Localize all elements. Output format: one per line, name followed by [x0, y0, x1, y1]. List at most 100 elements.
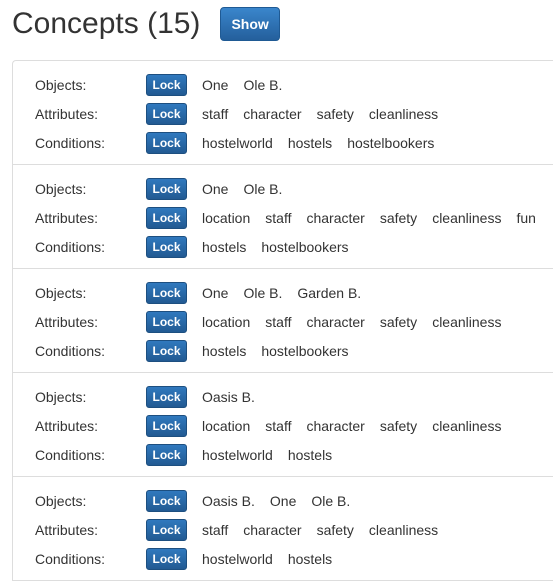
condition-term[interactable]: hostelbookers	[347, 135, 434, 151]
condition-term[interactable]: hostels	[288, 135, 332, 151]
conditions-label: Conditions:	[35, 446, 106, 463]
attribute-term[interactable]: staff	[265, 418, 291, 434]
lock-conditions-button[interactable]: Lock	[146, 131, 187, 154]
attribute-terms: location staff character safety cleanlin…	[202, 314, 516, 330]
attribute-term[interactable]: cleanliness	[369, 522, 438, 538]
attribute-term[interactable]: character	[306, 314, 364, 330]
object-term[interactable]: Ole B.	[243, 77, 282, 93]
object-terms: One Ole B. Garden B.	[202, 285, 376, 301]
attribute-term[interactable]: safety	[380, 314, 417, 330]
concept-group: Objects: Lock One Ole B. Attributes: Loc…	[13, 165, 553, 269]
object-term[interactable]: Oasis B.	[202, 389, 255, 405]
object-term[interactable]: One	[270, 493, 296, 509]
object-term[interactable]: Ole B.	[243, 181, 282, 197]
conditions-row: Conditions: Lock hostels hostelbookers	[13, 232, 553, 261]
condition-terms: hostelworld hostels	[202, 551, 347, 567]
lock-conditions-button[interactable]: Lock	[146, 235, 187, 258]
lock-objects-button[interactable]: Lock	[146, 281, 187, 304]
attribute-term[interactable]: character	[306, 210, 364, 226]
show-button[interactable]: Show	[220, 7, 280, 41]
attribute-term[interactable]: staff	[265, 314, 291, 330]
conditions-row: Conditions: Lock hostels hostelbookers	[13, 336, 553, 365]
condition-term[interactable]: hostelworld	[202, 135, 273, 151]
attribute-term[interactable]: safety	[380, 418, 417, 434]
condition-term[interactable]: hostelbookers	[261, 343, 348, 359]
attribute-term[interactable]: cleanliness	[432, 418, 501, 434]
condition-term[interactable]: hostels	[202, 239, 246, 255]
object-term[interactable]: One	[202, 77, 228, 93]
attribute-terms: location staff character safety cleanlin…	[202, 418, 516, 434]
lock-objects-button[interactable]: Lock	[146, 385, 187, 408]
lock-attributes-button[interactable]: Lock	[146, 206, 187, 229]
lock-objects-button[interactable]: Lock	[146, 489, 187, 512]
object-term[interactable]: One	[202, 285, 228, 301]
condition-term[interactable]: hostels	[288, 551, 332, 567]
condition-term[interactable]: hostels	[202, 343, 246, 359]
attribute-term[interactable]: fun	[516, 210, 535, 226]
concept-group: Objects: Lock Oasis B. Attributes: Lock …	[13, 373, 553, 477]
lock-objects-button[interactable]: Lock	[146, 177, 187, 200]
page-title: Concepts (15)	[12, 7, 201, 40]
lock-conditions-button[interactable]: Lock	[146, 547, 187, 570]
conditions-row: Conditions: Lock hostelworld hostels	[13, 440, 553, 469]
attribute-term[interactable]: safety	[317, 106, 354, 122]
attribute-term[interactable]: safety	[380, 210, 417, 226]
condition-term[interactable]: hostelworld	[202, 551, 273, 567]
attributes-label: Attributes:	[35, 105, 99, 122]
lock-attributes-button[interactable]: Lock	[146, 518, 187, 541]
objects-label: Objects:	[35, 388, 87, 405]
attributes-label: Attributes:	[35, 209, 99, 226]
objects-row: Objects: Lock One Ole B.	[13, 174, 553, 203]
condition-terms: hostelworld hostels hostelbookers	[202, 135, 449, 151]
attribute-term[interactable]: staff	[202, 106, 228, 122]
attribute-terms: staff character safety cleanliness	[202, 522, 453, 538]
condition-term[interactable]: hostelbookers	[261, 239, 348, 255]
concept-group: Objects: Lock One Ole B. Garden B. Attri…	[13, 269, 553, 373]
concept-group: Objects: Lock One Ole B. Attributes: Loc…	[13, 61, 553, 165]
attribute-term[interactable]: staff	[202, 522, 228, 538]
lock-objects-button[interactable]: Lock	[146, 73, 187, 96]
attributes-row: Attributes: Lock staff character safety …	[13, 99, 553, 128]
objects-label: Objects:	[35, 180, 87, 197]
attribute-term[interactable]: cleanliness	[369, 106, 438, 122]
header: Concepts (15) Show	[12, 0, 280, 48]
attribute-term[interactable]: location	[202, 418, 250, 434]
conditions-label: Conditions:	[35, 550, 106, 567]
attribute-term[interactable]: location	[202, 314, 250, 330]
attribute-term[interactable]: location	[202, 210, 250, 226]
object-term[interactable]: Oasis B.	[202, 493, 255, 509]
object-term[interactable]: Ole B.	[243, 285, 282, 301]
lock-conditions-button[interactable]: Lock	[146, 443, 187, 466]
objects-label: Objects:	[35, 492, 87, 509]
condition-terms: hostelworld hostels	[202, 447, 347, 463]
objects-label: Objects:	[35, 284, 87, 301]
lock-attributes-button[interactable]: Lock	[146, 102, 187, 125]
conditions-label: Conditions:	[35, 134, 106, 151]
attribute-term[interactable]: character	[243, 106, 301, 122]
object-term[interactable]: One	[202, 181, 228, 197]
objects-row: Objects: Lock Oasis B. One Ole B.	[13, 486, 553, 515]
object-term[interactable]: Ole B.	[311, 493, 350, 509]
object-terms: Oasis B.	[202, 389, 270, 405]
attributes-row: Attributes: Lock location staff characte…	[13, 411, 553, 440]
object-terms: Oasis B. One Ole B.	[202, 493, 365, 509]
lock-attributes-button[interactable]: Lock	[146, 310, 187, 333]
conditions-label: Conditions:	[35, 238, 106, 255]
concept-group: Objects: Lock Oasis B. One Ole B. Attrib…	[13, 477, 553, 580]
condition-terms: hostels hostelbookers	[202, 239, 364, 255]
attribute-term[interactable]: character	[243, 522, 301, 538]
attribute-term[interactable]: cleanliness	[432, 314, 501, 330]
attributes-row: Attributes: Lock staff character safety …	[13, 515, 553, 544]
attribute-term[interactable]: staff	[265, 210, 291, 226]
condition-term[interactable]: hostelworld	[202, 447, 273, 463]
lock-conditions-button[interactable]: Lock	[146, 339, 187, 362]
attribute-term[interactable]: cleanliness	[432, 210, 501, 226]
condition-term[interactable]: hostels	[288, 447, 332, 463]
condition-terms: hostels hostelbookers	[202, 343, 364, 359]
object-term[interactable]: Garden B.	[297, 285, 361, 301]
objects-row: Objects: Lock One Ole B. Garden B.	[13, 278, 553, 307]
object-terms: One Ole B.	[202, 181, 297, 197]
attribute-term[interactable]: character	[306, 418, 364, 434]
attribute-term[interactable]: safety	[317, 522, 354, 538]
lock-attributes-button[interactable]: Lock	[146, 414, 187, 437]
